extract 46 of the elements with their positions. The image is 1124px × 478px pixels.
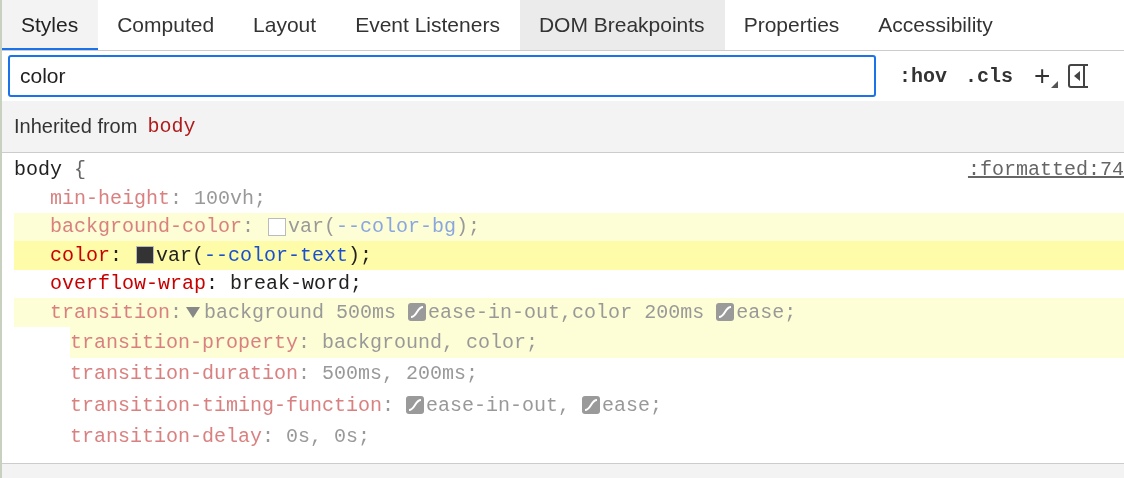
tab[interactable]: Event Listeners xyxy=(336,0,520,50)
rule-selector: body xyxy=(14,157,62,183)
color-swatch[interactable] xyxy=(268,217,287,236)
property-value: ease; xyxy=(602,392,663,419)
property-value: : background, color; xyxy=(298,329,539,356)
property-name[interactable]: overflow-wrap xyxy=(50,269,207,299)
easing-curve-icon[interactable] xyxy=(408,303,427,322)
toggle-button[interactable]: .cls xyxy=(956,56,1023,96)
tab[interactable]: DOM Breakpoints xyxy=(519,0,725,50)
brace: { xyxy=(74,157,87,183)
property-value: var( xyxy=(288,214,337,241)
property-value: ease-in-out,color 200ms xyxy=(428,299,706,326)
property-value: background 500ms xyxy=(204,299,398,326)
tab[interactable]: Computed xyxy=(98,0,235,50)
property-value: : xyxy=(242,214,256,241)
property-value: : xyxy=(110,242,124,269)
property-value: : 0s, 0s; xyxy=(262,424,371,451)
source-link[interactable]: :formatted:74 xyxy=(967,155,1124,184)
variable-name: --color-text xyxy=(204,242,349,269)
property-value: : 500ms, 200ms; xyxy=(298,361,479,388)
property-value: var( xyxy=(156,242,205,269)
easing-curve-icon[interactable] xyxy=(716,303,735,322)
property-name[interactable]: color xyxy=(50,240,110,270)
selector-link[interactable]: body xyxy=(147,115,196,138)
property-value: : break-word; xyxy=(206,271,363,298)
property-value: ease-in-out, xyxy=(426,392,572,419)
tab[interactable]: Accessibility xyxy=(859,0,1013,50)
property-value: ease; xyxy=(736,299,797,326)
sidebar-toggle-icon[interactable] xyxy=(1068,64,1089,88)
easing-curve-icon[interactable] xyxy=(582,396,601,415)
property-value: : xyxy=(382,392,396,419)
expand-triangle-icon[interactable] xyxy=(186,306,201,319)
tab[interactable]: Layout xyxy=(234,0,337,50)
property-value: : 100vh; xyxy=(170,185,267,212)
variable-name: --color-bg xyxy=(336,214,457,241)
property-value: : xyxy=(170,299,183,326)
toggle-button[interactable]: :hov xyxy=(890,56,956,96)
tab[interactable]: Styles xyxy=(2,0,99,50)
add-rule-button[interactable]: + xyxy=(1022,56,1065,96)
property-value: ); xyxy=(456,214,481,241)
color-swatch[interactable] xyxy=(136,246,155,265)
section-label: Inherited from xyxy=(14,115,138,138)
filter-field[interactable]: color xyxy=(8,55,876,97)
easing-curve-icon[interactable] xyxy=(406,396,425,415)
property-value: ); xyxy=(348,242,373,269)
tab[interactable]: Properties xyxy=(724,0,860,50)
